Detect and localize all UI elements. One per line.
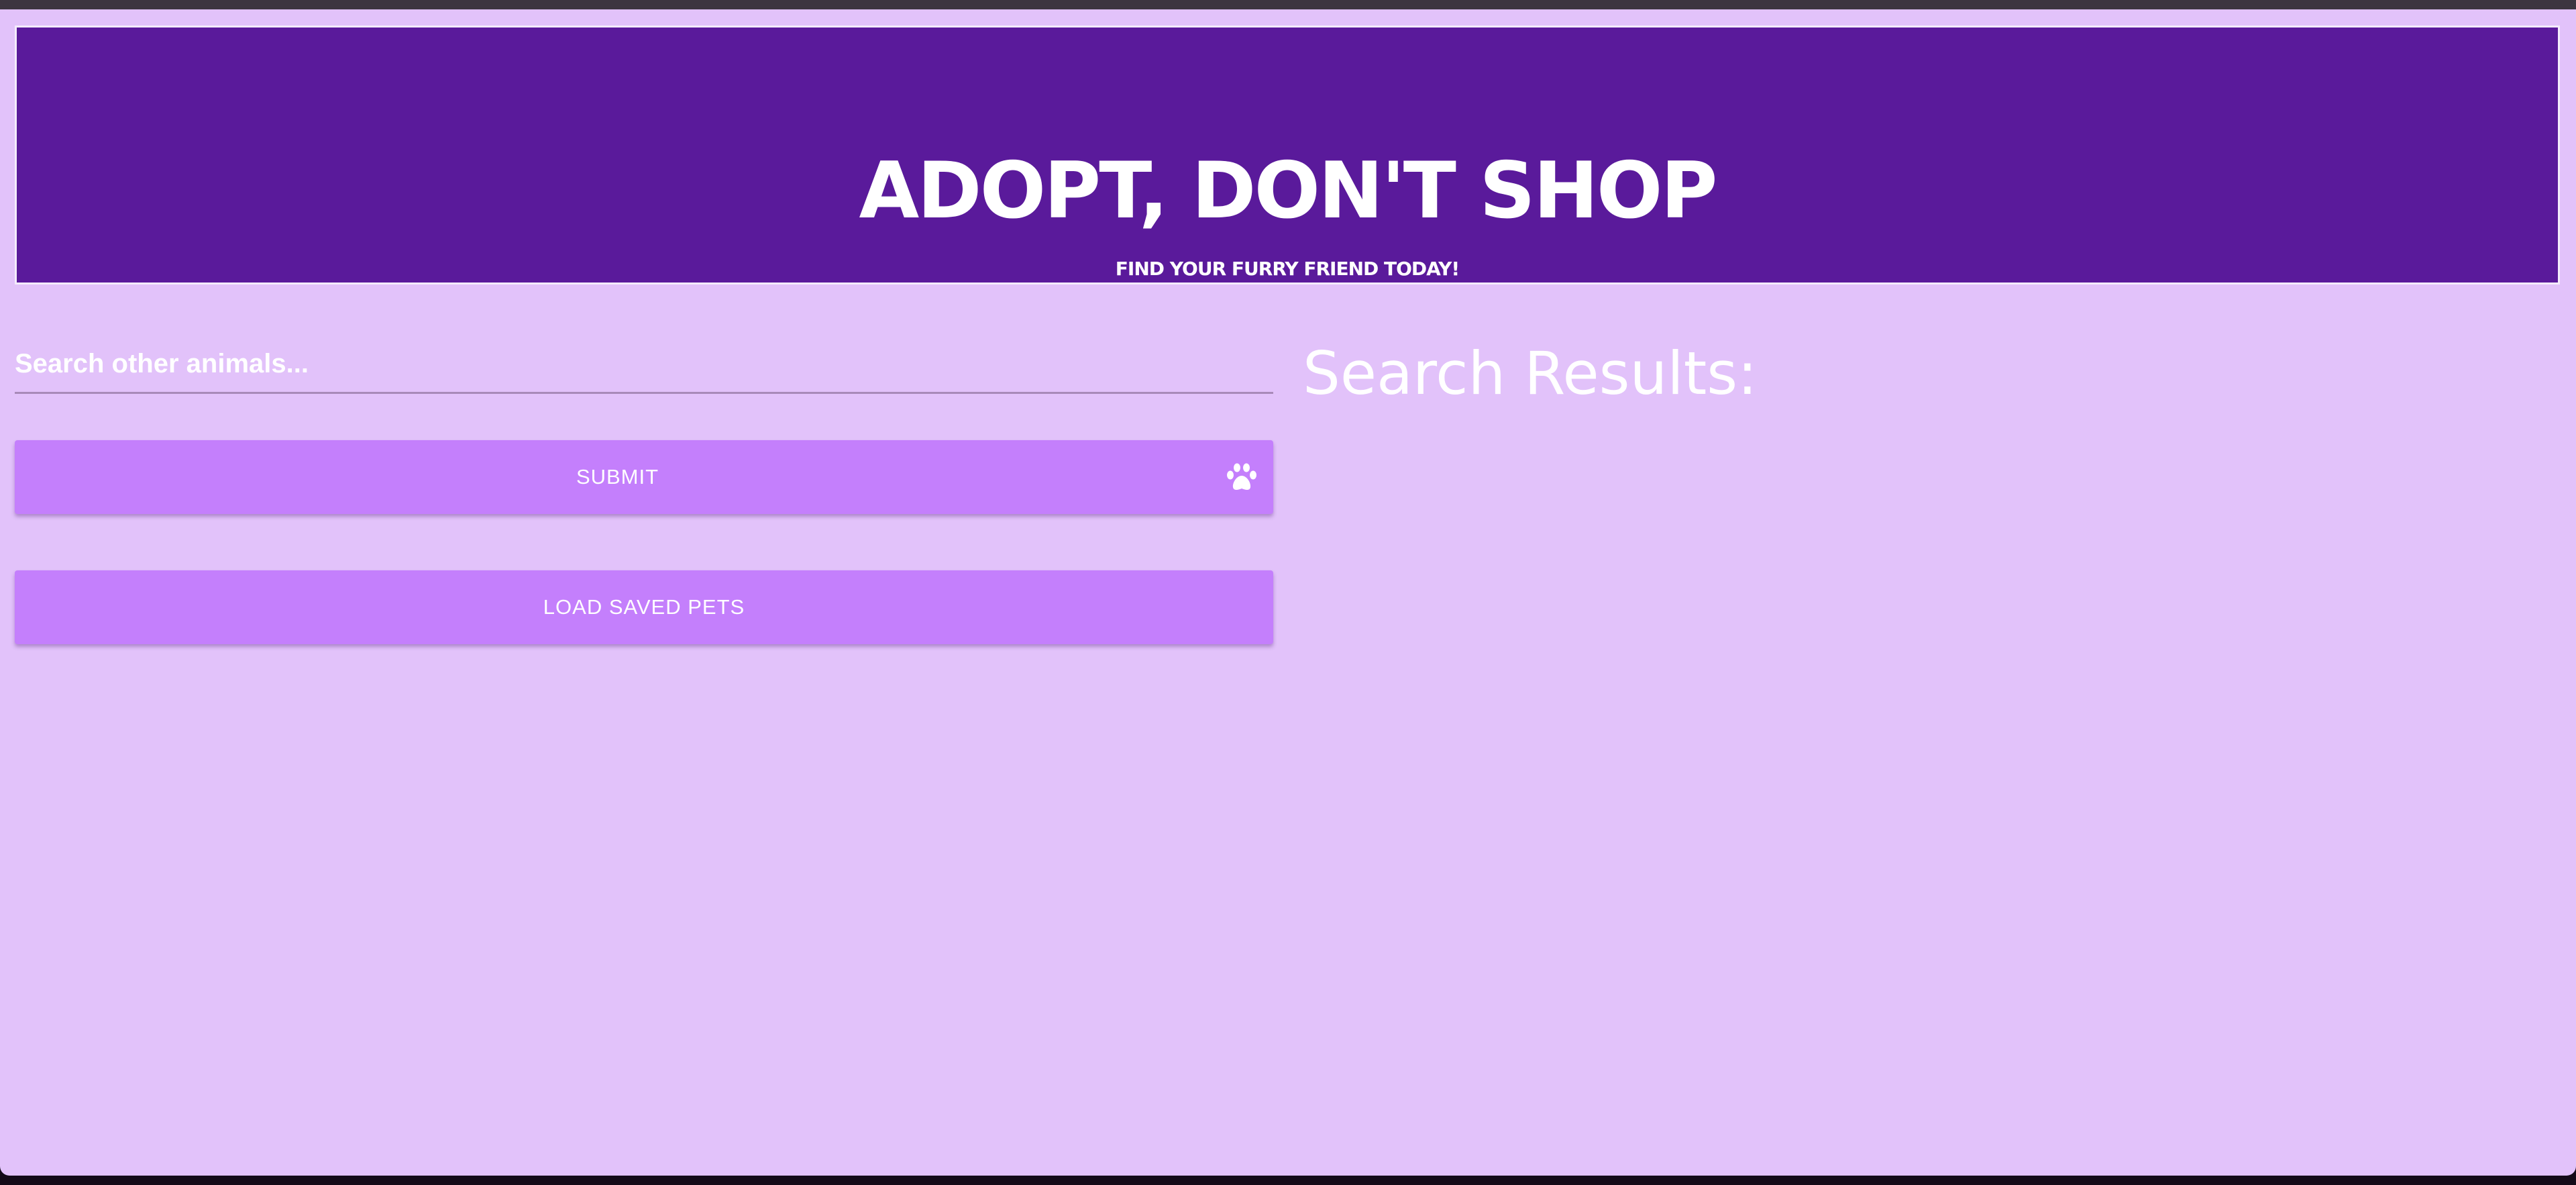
submit-button[interactable]: SUBMIT — [15, 440, 1273, 514]
search-input[interactable] — [15, 341, 1273, 392]
app-window: ADOPT, DON'T SHOP FIND YOUR FURRY FRIEND… — [0, 9, 2576, 1176]
browser-top-bar — [0, 0, 2576, 9]
search-results-title: Search Results: — [1303, 339, 1758, 408]
page-title: ADOPT, DON'T SHOP — [859, 145, 1718, 236]
search-field — [15, 341, 1273, 394]
paw-icon — [1227, 463, 1256, 490]
page-subtitle: FIND YOUR FURRY FRIEND TODAY! — [1115, 258, 1460, 280]
submit-button-label: SUBMIT — [576, 465, 659, 488]
page-header: ADOPT, DON'T SHOP FIND YOUR FURRY FRIEND… — [15, 25, 2560, 285]
load-saved-pets-button[interactable]: LOAD SAVED PETS — [15, 570, 1273, 644]
load-saved-pets-label: LOAD SAVED PETS — [543, 595, 745, 619]
